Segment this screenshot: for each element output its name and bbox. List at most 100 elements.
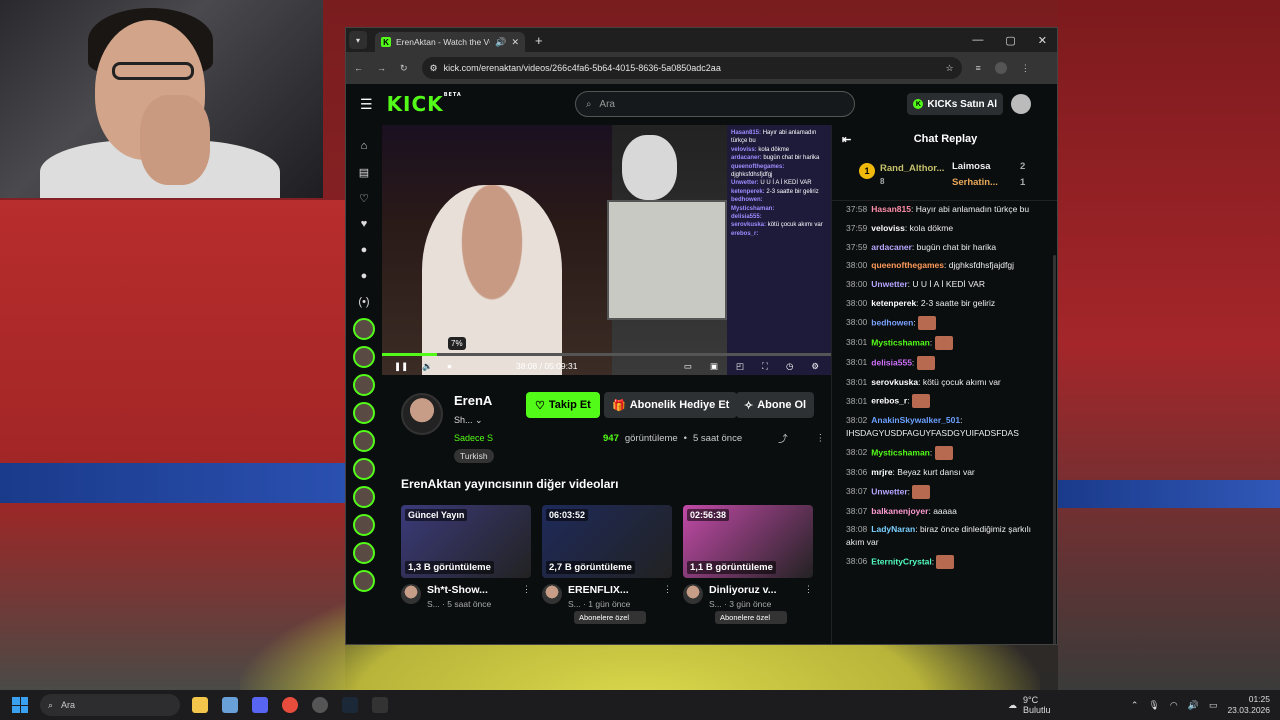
clock[interactable]: 01:25 23.03.2026 xyxy=(1227,694,1270,715)
bookmark-star-icon[interactable]: ☆ xyxy=(945,63,953,74)
site-info-icon[interactable]: ⚙ xyxy=(430,63,438,74)
gift-sub-button[interactable]: 🎁 Abonelik Hediye Et xyxy=(604,392,738,418)
cast-icon[interactable]: ▣ xyxy=(710,361,718,372)
video-more-icon[interactable]: ⋮ xyxy=(663,584,672,595)
chat-username[interactable]: balkanenjoyer xyxy=(871,506,928,516)
minimize-button[interactable]: — xyxy=(972,34,983,47)
buy-kicks-button[interactable]: K KICKs Satın Al xyxy=(907,93,1003,115)
mic-icon[interactable]: 🎙 xyxy=(1148,700,1159,711)
video-player[interactable]: Hasan815: Hayır abi anlamadın türkçe bu v… xyxy=(382,125,831,375)
discord-icon[interactable] xyxy=(252,697,268,713)
close-window-button[interactable]: ✕ xyxy=(1038,34,1047,47)
user-avatar[interactable] xyxy=(1011,94,1031,114)
followed-channel-avatar[interactable] xyxy=(353,514,375,536)
chevron-down-icon[interactable]: ⌄ xyxy=(475,415,483,425)
chat-username[interactable]: AnakinSkywalker_501 xyxy=(871,415,960,425)
video-more-icon[interactable]: ⋮ xyxy=(804,584,813,595)
chat-username[interactable]: Mysticshaman xyxy=(871,337,930,347)
chrome-icon[interactable] xyxy=(282,697,298,713)
more-options-icon[interactable]: ⋮ xyxy=(816,433,826,444)
chat-username[interactable]: Unwetter xyxy=(871,486,907,496)
chat-username[interactable]: veloviss xyxy=(871,223,905,233)
progress-bar[interactable] xyxy=(382,353,831,356)
wifi-icon[interactable]: ◠ xyxy=(1170,700,1178,711)
video-more-icon[interactable]: ⋮ xyxy=(522,584,531,595)
chat-scrollbar[interactable] xyxy=(1053,255,1056,644)
followed-channel-avatar[interactable] xyxy=(353,486,375,508)
followed-channel-avatar[interactable] xyxy=(353,570,375,592)
profile-icon[interactable] xyxy=(994,62,1007,74)
url-field[interactable]: ⚙ kick.com/erenaktan/videos/266c4fa6-5b6… xyxy=(421,57,962,79)
video-card[interactable]: Güncel Yayın 1,3 B görüntüleme Sh*t-Show..… xyxy=(401,505,531,624)
share-icon[interactable]: ⤴ xyxy=(778,431,788,445)
app-icon[interactable] xyxy=(222,697,238,713)
video-card[interactable]: 02:56:38 1,1 B görüntüleme Dinliyoruz v...… xyxy=(683,505,813,624)
chat-username[interactable]: bedhowen xyxy=(871,317,913,327)
leader-name[interactable]: Rand_Althor... xyxy=(880,163,944,174)
leader-name[interactable]: Laimosa xyxy=(952,161,991,172)
follow-button[interactable]: ♡ Takip Et xyxy=(526,392,600,418)
search-input[interactable]: ⌕ Ara xyxy=(574,91,855,117)
chat-username[interactable]: LadyNaran xyxy=(871,524,915,534)
video-channel-avatar[interactable] xyxy=(683,584,703,604)
video-thumbnail[interactable]: 06:03:52 2,7 B görüntüleme xyxy=(542,505,672,578)
file-explorer-icon[interactable] xyxy=(192,697,208,713)
steam-icon[interactable] xyxy=(342,697,358,713)
chevron-up-icon[interactable]: ⌃ xyxy=(1131,700,1139,711)
channel-icon-a[interactable]: ● xyxy=(354,240,374,260)
chat-username[interactable]: mrjre xyxy=(871,467,892,477)
video-title[interactable]: Dinliyoruz v... xyxy=(709,584,798,596)
volume-slider-knob[interactable]: ● xyxy=(447,361,452,371)
video-channel-avatar[interactable] xyxy=(542,584,562,604)
channel-name[interactable]: ErenA xyxy=(454,393,492,408)
chat-username[interactable]: queenofthegames xyxy=(871,260,944,270)
windows-start-icon[interactable] xyxy=(12,697,28,713)
menu-kebab-icon[interactable]: ⋮ xyxy=(1021,63,1030,74)
favorites-icon[interactable]: ♥ xyxy=(354,214,374,234)
followed-channel-avatar[interactable] xyxy=(353,374,375,396)
following-icon[interactable]: ♡ xyxy=(354,188,374,208)
volume-icon[interactable]: 🔊 xyxy=(1188,700,1199,711)
tab-search-button[interactable]: ▾ xyxy=(349,31,367,49)
video-title[interactable]: Sh*t-Show... xyxy=(427,584,516,596)
theater-mode-icon[interactable]: ▭ xyxy=(684,361,692,372)
forward-icon[interactable]: → xyxy=(377,63,386,73)
settings-gear-icon[interactable]: ⚙ xyxy=(811,361,819,372)
battery-icon[interactable]: ▭ xyxy=(1209,700,1218,711)
chat-username[interactable]: ardacaner xyxy=(871,242,912,252)
maximize-button[interactable]: ▢ xyxy=(1005,34,1015,47)
chat-username[interactable]: Mysticshaman xyxy=(871,447,930,457)
leader-name[interactable]: Serhatin... xyxy=(952,177,998,188)
video-card[interactable]: 06:03:52 2,7 B görüntüleme ERENFLIX... S...… xyxy=(542,505,672,624)
followed-channel-avatar[interactable] xyxy=(353,402,375,424)
chat-username[interactable]: delisia555 xyxy=(871,357,912,367)
home-icon[interactable]: ⌂ xyxy=(354,136,374,156)
followed-channel-avatar[interactable] xyxy=(353,318,375,340)
chat-username[interactable]: erebos_r xyxy=(871,396,907,406)
tab-active[interactable]: K ErenAktan - Watch the VOD 🔊 ✕ xyxy=(375,32,525,52)
clip-icon[interactable]: ◷ xyxy=(786,361,793,372)
channel-icon-b[interactable]: ● xyxy=(354,266,374,286)
pip-icon[interactable]: ◰ xyxy=(736,361,744,372)
chat-username[interactable]: Hasan815 xyxy=(871,204,911,214)
kick-logo[interactable]: KICKBETA xyxy=(387,92,462,116)
video-thumbnail[interactable]: Güncel Yayın 1,3 B görüntüleme xyxy=(401,505,531,578)
chat-username[interactable]: serovkuska xyxy=(871,377,918,387)
followed-channel-avatar[interactable] xyxy=(353,346,375,368)
video-title[interactable]: ERENFLIX... xyxy=(568,584,657,596)
back-icon[interactable]: ← xyxy=(354,63,363,73)
followed-channel-avatar[interactable] xyxy=(353,430,375,452)
hamburger-menu-icon[interactable]: ☰ xyxy=(360,96,373,113)
taskbar-search[interactable]: ⌕ Ara xyxy=(40,694,180,716)
weather-widget[interactable]: ☁ 9°C Bulutlu xyxy=(1008,695,1051,716)
epic-games-icon[interactable] xyxy=(372,697,388,713)
chat-username[interactable]: ketenperek xyxy=(871,298,916,308)
tab-close-icon[interactable]: ✕ xyxy=(511,37,519,48)
reload-icon[interactable]: ↻ xyxy=(400,63,408,74)
volume-icon[interactable]: 🔉 xyxy=(422,361,433,372)
followed-channel-avatar[interactable] xyxy=(353,458,375,480)
pause-icon[interactable]: ❚❚ xyxy=(394,361,408,372)
fullscreen-icon[interactable]: ⛶ xyxy=(762,361,768,372)
chat-username[interactable]: EternityCrystal xyxy=(871,556,931,566)
speaker-icon[interactable]: 🔊 xyxy=(495,37,506,48)
